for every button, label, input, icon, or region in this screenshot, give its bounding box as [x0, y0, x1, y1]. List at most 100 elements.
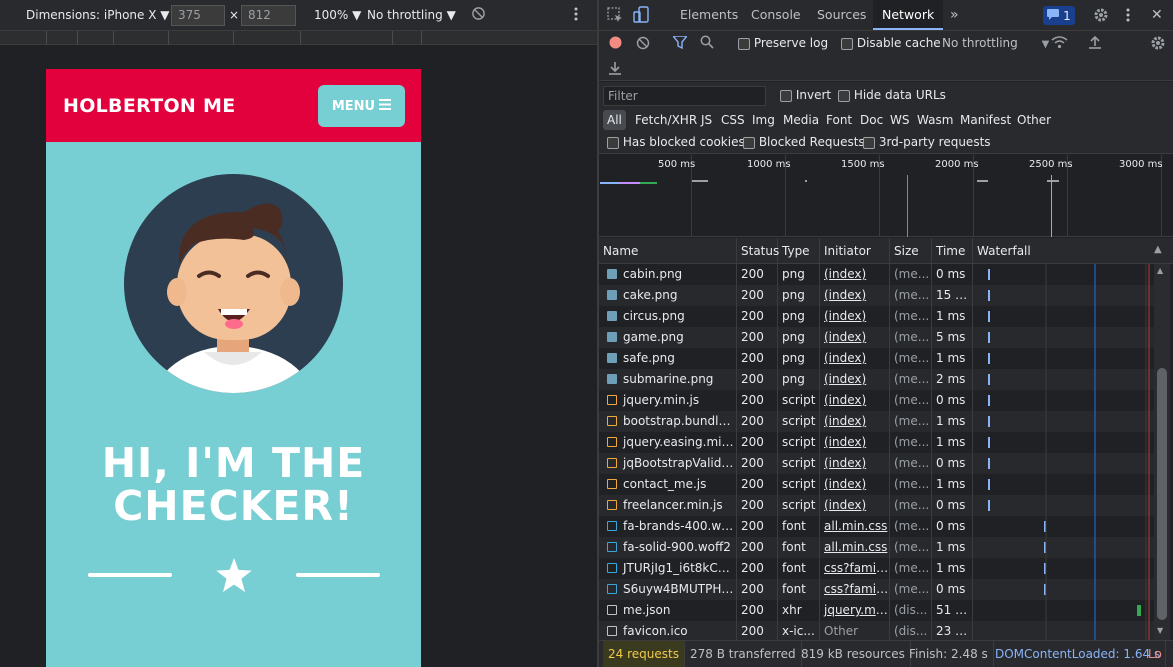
- request-row[interactable]: cabin.png 200 png (index) (me... 0 ms: [599, 264, 1155, 285]
- request-row[interactable]: JTURjIg1_i6t8kCH... 200 font css?famil... (m…: [599, 558, 1155, 579]
- filter-type-css[interactable]: CSS: [717, 110, 749, 130]
- sort-up-icon[interactable]: ▲: [1154, 244, 1162, 255]
- third-party-requests-checkbox[interactable]: 3rd-party requests: [863, 135, 991, 149]
- cell-name[interactable]: favicon.ico: [599, 621, 737, 640]
- record-icon[interactable]: [609, 36, 622, 49]
- rotate-icon[interactable]: [471, 6, 486, 24]
- cell-name[interactable]: submarine.png: [599, 369, 737, 390]
- cell-initiator[interactable]: (index): [820, 306, 890, 327]
- request-row[interactable]: me.json 200 xhr jquery.mi... (dis... 51 ms: [599, 600, 1155, 621]
- cell-name[interactable]: JTURjIg1_i6t8kCH...: [599, 558, 737, 579]
- cell-initiator[interactable]: (index): [820, 264, 890, 285]
- zoom-select[interactable]: 100% ▼: [314, 8, 361, 22]
- filter-input[interactable]: Filter: [603, 86, 766, 106]
- request-row[interactable]: jquery.min.js 200 script (index) (me... 0 ms: [599, 390, 1155, 411]
- clear-icon[interactable]: [636, 36, 650, 50]
- filter-type-font[interactable]: Font: [822, 110, 856, 130]
- has-blocked-cookies-checkbox[interactable]: Has blocked cookies: [607, 135, 745, 149]
- height-input[interactable]: 812: [241, 5, 296, 26]
- column-name[interactable]: Name: [599, 238, 737, 264]
- filter-type-js[interactable]: JS: [697, 110, 716, 130]
- filter-type-wasm[interactable]: Wasm: [913, 110, 957, 130]
- cell-name[interactable]: game.png: [599, 327, 737, 348]
- request-row[interactable]: fa-solid-900.woff2 200 font all.min.css (me.…: [599, 537, 1155, 558]
- request-row[interactable]: jqBootstrapValidat... 200 script (index) (me…: [599, 453, 1155, 474]
- cell-initiator[interactable]: (index): [820, 327, 890, 348]
- device-select[interactable]: Dimensions: iPhone X ▼: [26, 8, 170, 22]
- cell-name[interactable]: fa-solid-900.woff2: [599, 537, 737, 558]
- width-input[interactable]: 375: [171, 5, 225, 26]
- cell-initiator[interactable]: css?famil...: [820, 579, 890, 600]
- cell-initiator[interactable]: (index): [820, 453, 890, 474]
- network-overview-timeline[interactable]: 500 ms 1000 ms 1500 ms 2000 ms 2500 ms 3…: [599, 155, 1173, 237]
- request-row[interactable]: fa-brands-400.woff2 200 font all.min.css (me…: [599, 516, 1155, 537]
- preserve-log-checkbox[interactable]: Preserve log: [738, 36, 828, 50]
- cell-initiator[interactable]: (index): [820, 348, 890, 369]
- network-settings-gear-icon[interactable]: [1150, 35, 1166, 51]
- inspect-element-icon[interactable]: [607, 7, 623, 23]
- cell-name[interactable]: cake.png: [599, 285, 737, 306]
- cell-name[interactable]: jquery.easing.min.js: [599, 432, 737, 453]
- import-har-icon[interactable]: [1089, 35, 1101, 49]
- scroll-down-icon[interactable]: ▼: [1157, 626, 1163, 635]
- column-size[interactable]: Size: [890, 238, 932, 264]
- filter-type-doc[interactable]: Doc: [856, 110, 887, 130]
- request-row[interactable]: favicon.ico 200 x-ic... Other (dis... 23 ms: [599, 621, 1155, 640]
- device-toolbar-toggle-icon[interactable]: [633, 6, 651, 24]
- network-conditions-icon[interactable]: [1051, 35, 1068, 49]
- filter-type-all[interactable]: All: [603, 110, 626, 130]
- cell-name[interactable]: contact_me.js: [599, 474, 737, 495]
- hide-data-urls-checkbox[interactable]: Hide data URLs: [838, 88, 946, 102]
- cell-initiator[interactable]: (index): [820, 495, 890, 516]
- cell-initiator[interactable]: (index): [820, 369, 890, 390]
- close-devtools-icon[interactable]: ✕: [1151, 7, 1163, 23]
- cell-initiator[interactable]: (index): [820, 411, 890, 432]
- cell-initiator[interactable]: (index): [820, 432, 890, 453]
- scrollbar-thumb[interactable]: [1157, 368, 1167, 620]
- filter-type-media[interactable]: Media: [779, 110, 823, 130]
- cell-initiator[interactable]: (index): [820, 285, 890, 306]
- menu-button[interactable]: MENU: [318, 85, 405, 127]
- network-throttling-select[interactable]: No throttling ▼: [942, 36, 1049, 50]
- search-icon[interactable]: [700, 35, 714, 49]
- column-time[interactable]: Time: [932, 238, 973, 264]
- filter-type-img[interactable]: Img: [748, 110, 779, 130]
- filter-type-fetch-xhr[interactable]: Fetch/XHR: [631, 110, 701, 130]
- settings-gear-icon[interactable]: [1093, 7, 1109, 23]
- cell-initiator[interactable]: all.min.css: [820, 537, 890, 558]
- cell-name[interactable]: safe.png: [599, 348, 737, 369]
- request-row[interactable]: cake.png 200 png (index) (me... 15 ms: [599, 285, 1155, 306]
- issues-badge[interactable]: 1: [1043, 6, 1075, 25]
- throttling-select[interactable]: No throttling ▼: [367, 8, 456, 22]
- more-options-icon[interactable]: [1126, 7, 1130, 23]
- tab-sources[interactable]: Sources: [808, 0, 875, 30]
- cell-initiator[interactable]: all.min.css: [820, 516, 890, 537]
- tab-console[interactable]: Console: [742, 0, 810, 30]
- cell-initiator[interactable]: jquery.mi...: [820, 600, 890, 621]
- more-tabs-button[interactable]: »: [941, 0, 968, 30]
- cell-name[interactable]: jqBootstrapValidat...: [599, 453, 737, 474]
- filter-icon[interactable]: [673, 36, 687, 49]
- request-row[interactable]: freelancer.min.js 200 script (index) (me... 0…: [599, 495, 1155, 516]
- request-row[interactable]: contact_me.js 200 script (index) (me... 1 ms: [599, 474, 1155, 495]
- cell-name[interactable]: jquery.min.js: [599, 390, 737, 411]
- cell-name[interactable]: S6uyw4BMUTPHjx...: [599, 579, 737, 600]
- requests-scrollbar[interactable]: ▲ ▼: [1154, 264, 1170, 640]
- filter-type-ws[interactable]: WS: [886, 110, 913, 130]
- filter-type-other[interactable]: Other: [1013, 110, 1055, 130]
- request-row[interactable]: game.png 200 png (index) (me... 5 ms: [599, 327, 1155, 348]
- cell-name[interactable]: bootstrap.bundle....: [599, 411, 737, 432]
- invert-checkbox[interactable]: Invert: [780, 88, 831, 102]
- scroll-up-icon[interactable]: ▲: [1157, 266, 1163, 275]
- column-waterfall[interactable]: Waterfall: [973, 238, 1173, 264]
- export-har-icon[interactable]: [609, 61, 621, 75]
- request-row[interactable]: S6uyw4BMUTPHjx... 200 font css?famil... (me.…: [599, 579, 1155, 600]
- blocked-requests-checkbox[interactable]: Blocked Requests: [743, 135, 865, 149]
- request-row[interactable]: bootstrap.bundle.... 200 script (index) (me.…: [599, 411, 1155, 432]
- request-row[interactable]: circus.png 200 png (index) (me... 1 ms: [599, 306, 1155, 327]
- cell-name[interactable]: circus.png: [599, 306, 737, 327]
- cell-initiator[interactable]: Other: [820, 621, 890, 640]
- cell-name[interactable]: freelancer.min.js: [599, 495, 737, 516]
- cell-name[interactable]: me.json: [599, 600, 737, 621]
- request-row[interactable]: jquery.easing.min.js 200 script (index) (me.…: [599, 432, 1155, 453]
